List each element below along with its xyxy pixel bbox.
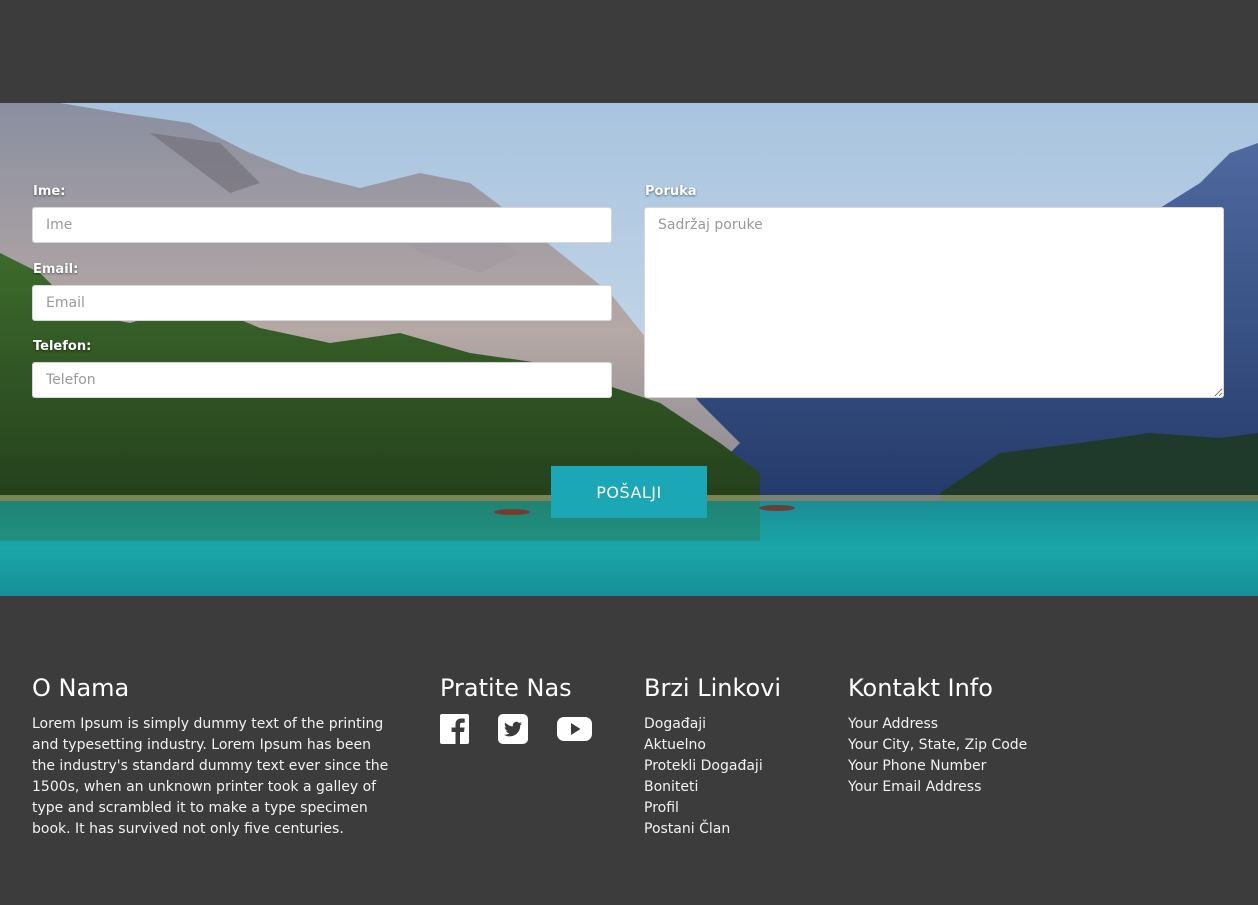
message-label: Poruka: [645, 184, 697, 199]
about-text: Lorem Ipsum is simply dummy text of the …: [32, 716, 389, 837]
youtube-icon[interactable]: [557, 714, 592, 744]
name-input[interactable]: [32, 207, 612, 243]
list-item: Protekli Događaji: [644, 756, 834, 777]
link-dogadjaji[interactable]: Događaji: [644, 716, 706, 732]
about-heading: O Nama: [32, 674, 130, 702]
link-protekli-dogadjaji[interactable]: Protekli Događaji: [644, 758, 763, 774]
contact-email: Your Email Address: [848, 779, 982, 795]
list-item: Aktuelno: [644, 735, 834, 756]
twitter-icon[interactable]: [498, 714, 528, 744]
contact-city: Your City, State, Zip Code: [848, 737, 1028, 753]
link-postani-clan[interactable]: Postani Član: [644, 821, 730, 837]
phone-label: Telefon:: [33, 339, 92, 354]
about-section: O Nama Lorem Ipsum is simply dummy text …: [32, 672, 392, 840]
link-aktuelno[interactable]: Aktuelno: [644, 737, 706, 753]
contact-list: Your Address Your City, State, Zip Code …: [848, 714, 1108, 798]
top-band: [0, 0, 1258, 103]
link-profil[interactable]: Profil: [644, 800, 679, 816]
list-item: Događaji: [644, 714, 834, 735]
phone-input[interactable]: [32, 362, 612, 398]
contact-hero: Ime: Email: Telefon: Poruka POŠALJI: [0, 103, 1258, 596]
email-input[interactable]: [32, 285, 612, 321]
quick-links-list: Događaji Aktuelno Protekli Događaji Boni…: [644, 714, 834, 840]
facebook-icon[interactable]: [440, 714, 469, 744]
social-icons: [440, 714, 620, 744]
quick-links-heading: Brzi Linkovi: [644, 674, 782, 702]
contact-phone: Your Phone Number: [848, 758, 987, 774]
email-label: Email:: [33, 262, 79, 277]
link-boniteti[interactable]: Boniteti: [644, 779, 698, 795]
contact-address: Your Address: [848, 716, 939, 732]
contact-heading: Kontakt Info: [848, 674, 993, 702]
list-item: Postani Član: [644, 819, 834, 840]
list-item: Profil: [644, 798, 834, 819]
quick-links-section: Brzi Linkovi Događaji Aktuelno Protekli …: [644, 672, 834, 840]
list-item: Boniteti: [644, 777, 834, 798]
name-label: Ime:: [33, 184, 66, 199]
follow-section: Pratite Nas: [440, 672, 620, 744]
follow-heading: Pratite Nas: [440, 674, 572, 702]
submit-button[interactable]: POŠALJI: [551, 466, 707, 518]
message-textarea[interactable]: [644, 207, 1224, 398]
contact-section: Kontakt Info Your Address Your City, Sta…: [848, 672, 1108, 798]
